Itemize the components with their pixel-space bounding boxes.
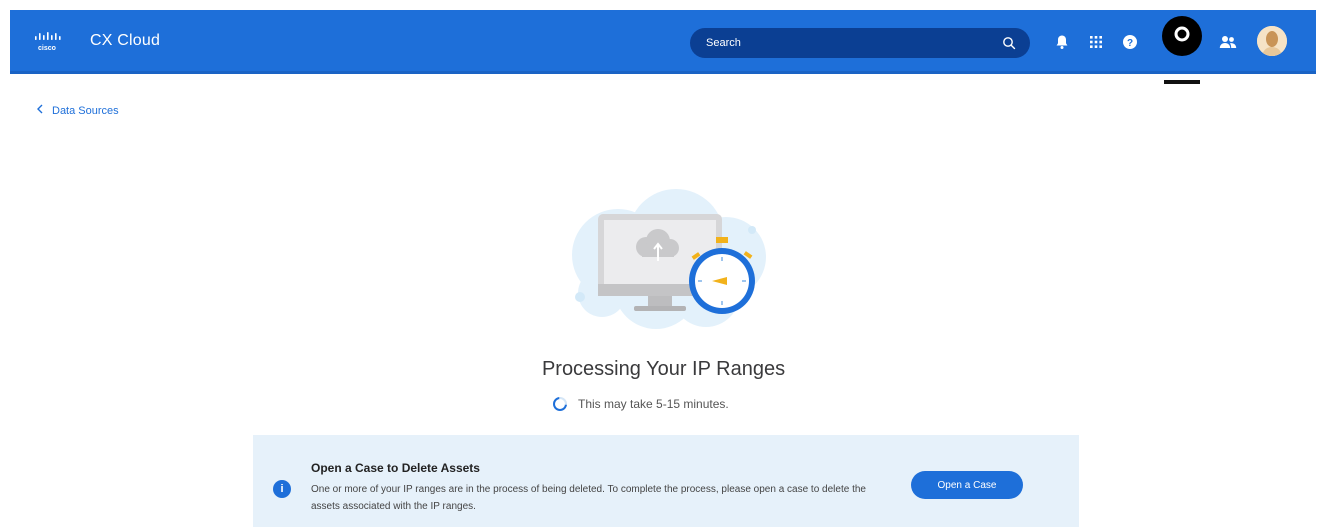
user-avatar[interactable] [1257,26,1287,56]
open-case-button[interactable]: Open a Case [911,471,1023,499]
settings-icon [1173,25,1191,48]
search-icon[interactable] [1002,36,1016,50]
apps-grid-icon[interactable] [1086,32,1106,52]
settings-button[interactable] [1162,16,1202,56]
top-strip [0,0,1327,10]
delete-assets-notice: i Open a Case to Delete Assets One or mo… [253,435,1079,527]
users-icon[interactable] [1218,32,1238,52]
processing-illustration [556,185,776,335]
notice-title: Open a Case to Delete Assets [311,461,480,475]
help-icon[interactable]: ? [1120,32,1140,52]
search-bar[interactable] [690,28,1030,58]
cisco-logo[interactable]: cisco [34,30,70,54]
active-tab-indicator [1164,80,1200,84]
search-input[interactable] [706,28,986,58]
loading-spinner-icon [552,396,568,412]
top-navbar: cisco CX Cloud ? [10,10,1316,84]
processing-title: Processing Your IP Ranges [541,358,786,380]
logo-wordmark: cisco [38,45,56,52]
svg-text:?: ? [1127,38,1133,49]
processing-status: This may take 5-15 minutes. [552,396,729,412]
app-title[interactable]: CX Cloud [90,32,160,50]
processing-subtitle: This may take 5-15 minutes. [578,397,729,411]
bell-icon[interactable] [1052,32,1072,52]
chevron-left-icon[interactable] [36,104,44,117]
breadcrumb[interactable]: Data Sources [36,104,119,117]
breadcrumb-link-data-sources[interactable]: Data Sources [52,105,119,117]
info-icon: i [273,480,291,498]
notice-body: One or more of your IP ranges are in the… [311,484,866,512]
